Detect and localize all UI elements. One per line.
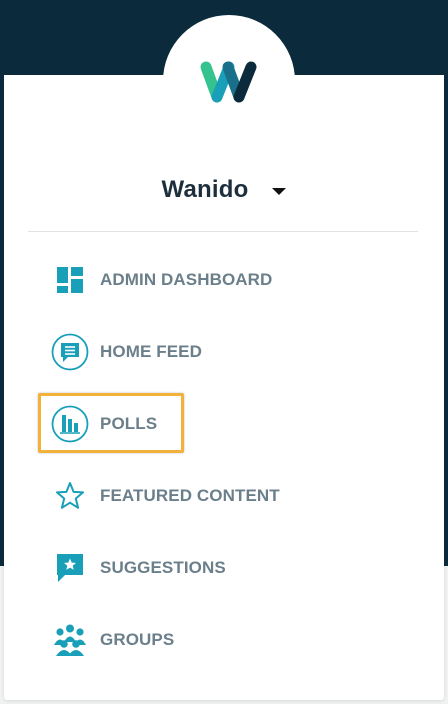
- nav-label-suggestions: SUGGESTIONS: [100, 558, 226, 577]
- caret-down-icon[interactable]: [272, 188, 287, 195]
- nav-label-admin-dashboard: ADMIN DASHBOARD: [100, 270, 273, 289]
- suggestions-icon: [48, 546, 92, 590]
- nav-item-home-feed[interactable]: HOME FEED: [48, 330, 378, 374]
- org-name: Wanido: [161, 176, 249, 203]
- nav-item-featured-content[interactable]: FEATURED CONTENT: [48, 474, 378, 518]
- nav-item-groups[interactable]: GROUPS: [48, 618, 378, 662]
- nav-item-polls[interactable]: POLLS: [48, 402, 378, 446]
- nav-label-groups: GROUPS: [100, 630, 175, 649]
- nav-label-polls: POLLS: [100, 414, 158, 433]
- divider: [28, 231, 418, 232]
- wanido-logo[interactable]: [196, 57, 260, 107]
- star-icon: [48, 474, 92, 518]
- feed-icon: [48, 330, 92, 374]
- polls-icon: [48, 402, 92, 446]
- nav-item-suggestions[interactable]: SUGGESTIONS: [48, 546, 378, 590]
- groups-icon: [48, 618, 92, 662]
- sidebar-panel: [4, 75, 444, 700]
- org-switcher[interactable]: Wanido: [0, 172, 448, 208]
- nav-item-admin-dashboard[interactable]: ADMIN DASHBOARD: [48, 258, 378, 302]
- nav-label-home-feed: HOME FEED: [100, 342, 202, 361]
- nav-label-featured-content: FEATURED CONTENT: [100, 486, 280, 505]
- dashboard-icon: [48, 258, 92, 302]
